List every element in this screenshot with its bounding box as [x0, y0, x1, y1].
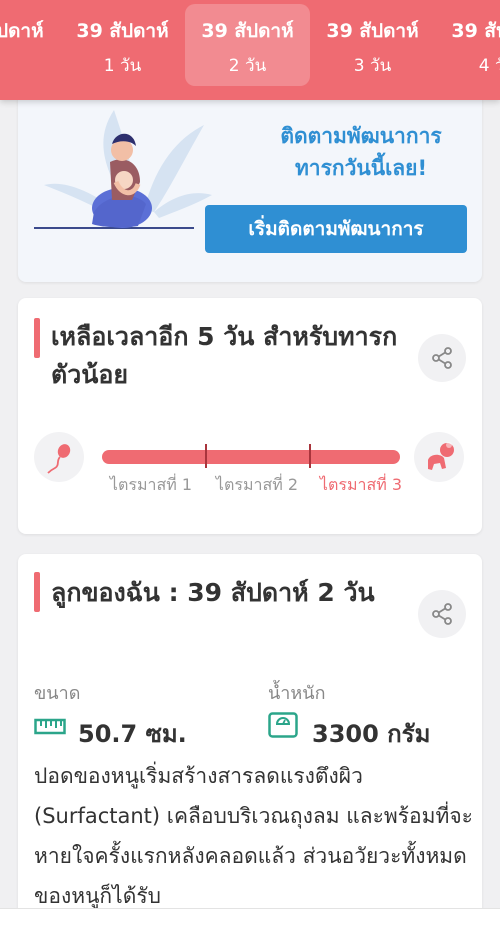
week-tab-active[interactable]: 39 สัปดาห์ 2 วัน [185, 4, 310, 86]
week-tab-week: 39 สัปดาห์ [451, 20, 500, 42]
baby-title: ลูกของฉัน : 39 สัปดาห์ 2 วัน [51, 578, 375, 607]
week-tab-week: 39 สัปดาห์ [0, 20, 44, 42]
week-tab-day: 3 วัน [353, 56, 392, 76]
share-icon [432, 603, 452, 625]
countdown-card: เหลือเวลาอีก 5 วัน สำหรับทารกตัวน้อย ไตร… [18, 298, 482, 534]
mother-baby-illustration [34, 110, 212, 229]
development-description: ปอดของหนูเริ่มสร้างสารลดแรงตึงผิว (Surfa… [34, 764, 473, 908]
week-selector[interactable]: 39 สัปดาห์ 39 สัปดาห์ 1 วัน 39 สัปดาห์ 2… [0, 0, 500, 100]
promo-line-1: ติดตามพัฒนาการ [280, 124, 442, 148]
pregnancy-progress-bar [102, 450, 400, 464]
share-button[interactable] [418, 334, 466, 382]
trimester-1-label: ไตรมาสที่ 1 [109, 475, 193, 494]
week-tab[interactable]: 39 สัปดาห์ 3 วัน [310, 0, 435, 100]
share-button[interactable] [418, 590, 466, 638]
birth-marker [414, 432, 464, 482]
title-accent-bar [34, 572, 40, 612]
trimester-2-label: ไตรมาสที่ 2 [215, 475, 299, 494]
conception-marker [34, 432, 84, 482]
promo-line-2: ทารกวันนี้เลย! [294, 156, 428, 180]
share-icon [432, 347, 452, 369]
weight-value: 3300 กรัม [312, 720, 431, 748]
week-track: 39 สัปดาห์ 39 สัปดาห์ 1 วัน 39 สัปดาห์ 2… [0, 0, 500, 100]
weight-label: น้ำหนัก [268, 683, 326, 704]
week-tab[interactable]: 39 สัปดาห์ [0, 0, 60, 100]
progress-divider-2 [309, 444, 311, 468]
countdown-title: เหลือเวลาอีก 5 วัน สำหรับทารกตัวน้อย [51, 322, 398, 389]
trimester-3-label: ไตรมาสที่ 3 [319, 475, 403, 494]
week-tab[interactable]: 39 สัปดาห์ 1 วัน [60, 0, 185, 100]
title-accent-bar [34, 318, 40, 358]
week-tab[interactable]: 39 สัปดาห์ 4 วัน [435, 0, 500, 100]
week-tab-week: 39 สัปดาห์ [76, 20, 169, 42]
bottom-navigation[interactable] [0, 908, 500, 925]
baby-info-card: ลูกของฉัน : 39 สัปดาห์ 2 วัน ขนาด 50.7 ซ… [18, 554, 482, 925]
sperm-icon [47, 444, 71, 474]
start-tracking-button[interactable]: เริ่มติดตามพัฒนาการ [205, 205, 467, 253]
scale-icon [268, 712, 298, 738]
week-tab-day: 1 วัน [103, 56, 142, 76]
promo-message: ติดตามพัฒนาการ ทารกวันนี้เลย! [236, 120, 482, 184]
size-label: ขนาด [34, 683, 81, 704]
ruler-icon [34, 718, 66, 735]
week-tab-week: 39 สัปดาห์ [201, 20, 294, 42]
crawling-baby-icon [428, 442, 454, 470]
week-tab-day: 4 วัน [478, 56, 500, 76]
size-value: 50.7 ซม. [78, 720, 187, 748]
progress-divider-1 [205, 444, 207, 468]
week-tab-week: 39 สัปดาห์ [326, 20, 419, 42]
week-tab-day: 2 วัน [228, 56, 267, 76]
